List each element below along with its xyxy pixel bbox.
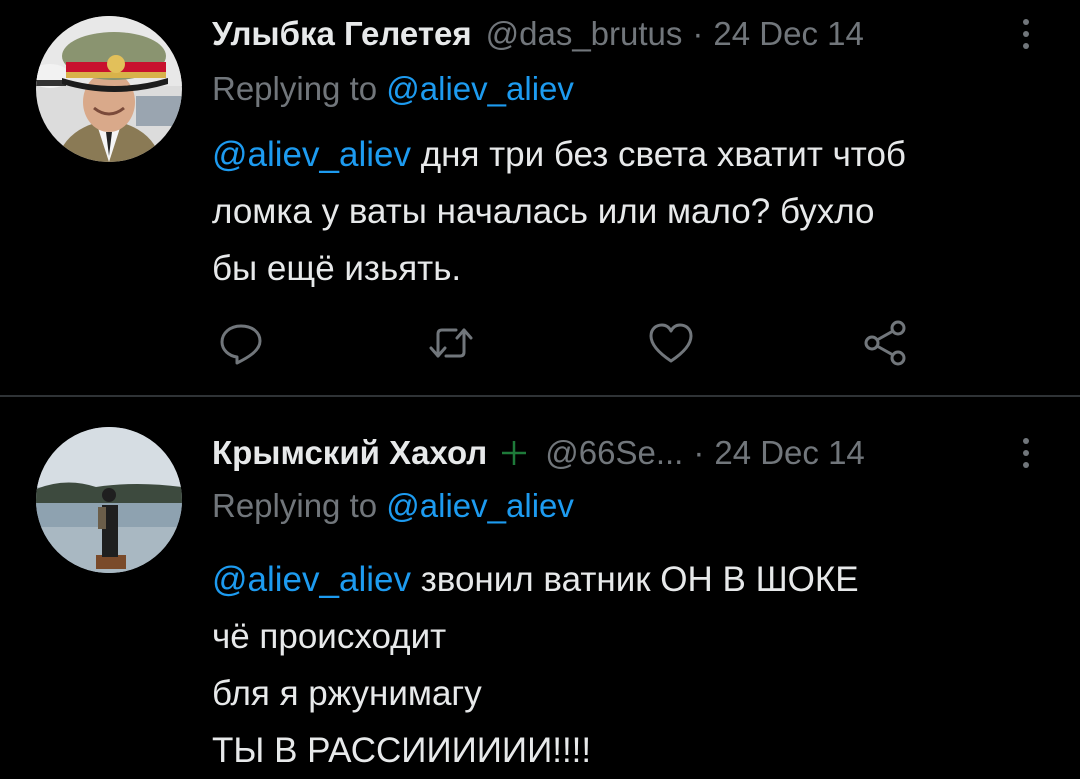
separator-dot: · (693, 434, 705, 471)
like-icon[interactable] (646, 318, 696, 368)
separator-dot: · (692, 15, 704, 52)
more-options-icon[interactable] (1012, 16, 1040, 52)
tweet-text: @aliev_aliev дня три без света хватит чт… (212, 126, 1032, 297)
tweet-header: Крымский Хахол @66Se... · 24 Dec 14 (212, 431, 1040, 475)
author-handle[interactable]: @66Se... (545, 434, 683, 472)
mention-link[interactable]: @aliev_aliev (212, 135, 411, 174)
author-name[interactable]: Крымский Хахол (212, 434, 487, 472)
more-options-icon[interactable] (1012, 435, 1040, 471)
replying-prefix: Replying to (212, 70, 378, 107)
tweet[interactable]: Крымский Хахол @66Se... · 24 Dec 14 Repl… (0, 397, 1080, 770)
tweet-text-line: ТЫ В РАССИИИИИИ!!!! (212, 731, 592, 770)
avatar[interactable] (36, 16, 182, 162)
tweet-header: Улыбка Гелетея @das_brutus · 24 Dec 14 (212, 12, 1040, 56)
replying-to-link[interactable]: @aliev_aliev (386, 487, 574, 524)
reply-icon[interactable] (216, 318, 266, 368)
tweet-text-line: @aliev_aliev дня три без света хватит чт… (212, 126, 1032, 183)
share-icon[interactable] (860, 318, 910, 368)
author-handle[interactable]: @das_brutus (486, 15, 683, 53)
replying-to: Replying to @aliev_aliev (212, 70, 574, 108)
mention-link[interactable]: @aliev_aliev (212, 560, 411, 599)
tweet-text: @aliev_aliev звонил ватник ОН В ШОКЕ чё … (212, 551, 1032, 779)
retweet-icon[interactable] (426, 318, 476, 368)
tweet-date[interactable]: 24 Dec 14 (713, 15, 863, 53)
tweet-text-line: чё происходит (212, 617, 447, 656)
tweet-date[interactable]: 24 Dec 14 (714, 434, 864, 472)
replying-prefix: Replying to (212, 487, 378, 524)
plus-icon (497, 436, 531, 470)
tweet[interactable]: Улыбка Гелетея @das_brutus · 24 Dec 14 R… (0, 0, 1080, 396)
tweet-text-segment: дня три без света хватит чтоб (410, 135, 906, 174)
tweet-text-line: бля я ржунимагу (212, 674, 482, 713)
tweet-actions (212, 318, 912, 368)
avatar[interactable] (36, 427, 182, 573)
tweet-text-line: ломка у ваты началась или мало? бухло (212, 192, 875, 231)
author-name[interactable]: Улыбка Гелетея (212, 15, 472, 53)
replying-to: Replying to @aliev_aliev (212, 487, 574, 525)
replying-to-link[interactable]: @aliev_aliev (386, 70, 574, 107)
tweet-text-line: @aliev_aliev звонил ватник ОН В ШОКЕ (212, 551, 1032, 608)
tweet-text-segment: звонил ватник ОН В ШОКЕ (410, 560, 859, 599)
tweet-text-line: бы ещё изьять. (212, 249, 462, 288)
